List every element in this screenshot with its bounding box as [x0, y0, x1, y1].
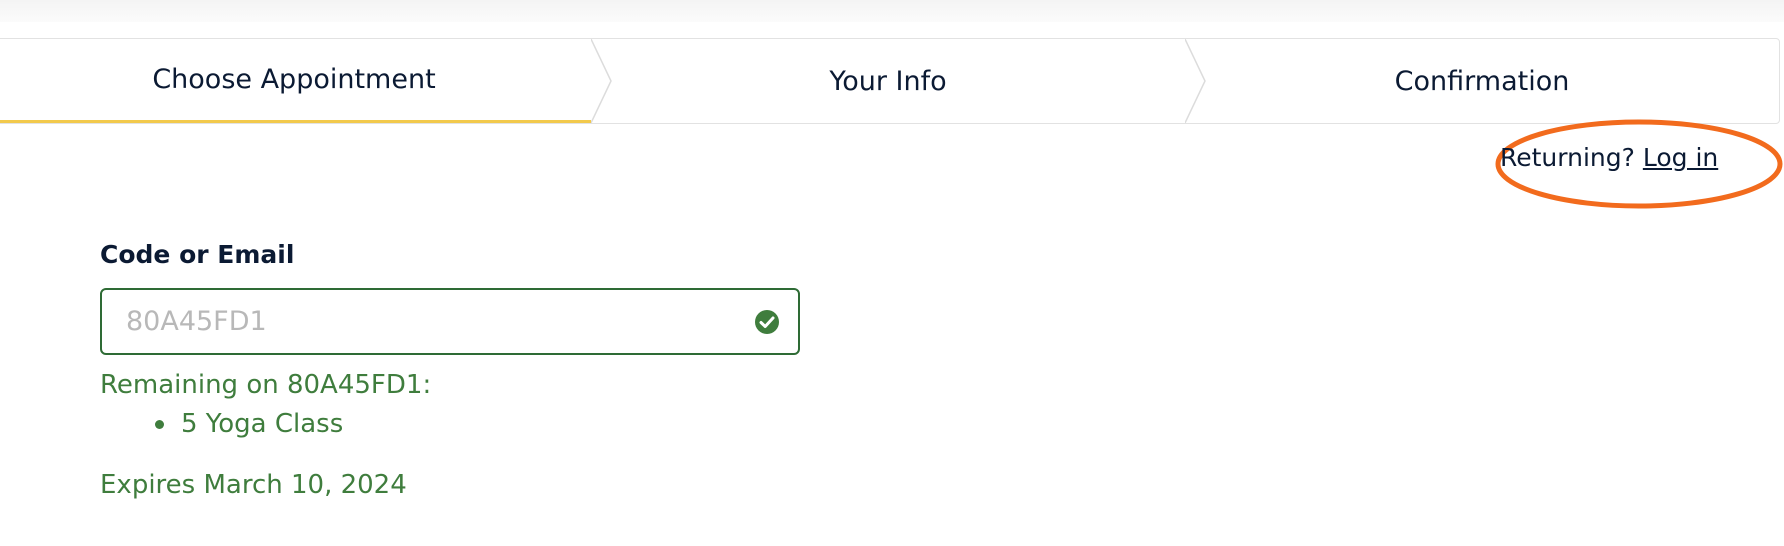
- step-confirmation[interactable]: Confirmation: [1185, 39, 1779, 123]
- step-your-info[interactable]: Your Info: [591, 39, 1206, 123]
- remaining-item-label: 5 Yoga Class: [181, 409, 344, 439]
- code-or-email-field[interactable]: [100, 288, 800, 355]
- booking-page: Choose Appointment Your Info Confirmatio…: [0, 0, 1784, 546]
- step-label: Confirmation: [1394, 65, 1570, 97]
- chevron-right-divider-icon: [1185, 39, 1206, 123]
- chevron-right-divider-icon: [591, 39, 612, 123]
- step-choose-appointment[interactable]: Choose Appointment: [0, 39, 612, 123]
- step-label: Your Info: [829, 65, 947, 97]
- step-label: Choose Appointment: [152, 64, 436, 95]
- remaining-item: 5 Yoga Class: [155, 409, 343, 439]
- code-or-email-label: Code or Email: [100, 240, 295, 269]
- remaining-balance-heading: Remaining on 80A45FD1:: [100, 370, 432, 400]
- expiration-date: Expires March 10, 2024: [100, 470, 407, 500]
- step-progress-bar: Choose Appointment Your Info Confirmatio…: [0, 38, 1780, 124]
- code-or-email-input[interactable]: [126, 290, 726, 353]
- top-strip: [0, 0, 1784, 22]
- login-link[interactable]: Log in: [1643, 143, 1718, 172]
- returning-text: Returning?: [1500, 143, 1635, 172]
- returning-login-prompt: Returning? Log in: [1500, 143, 1718, 172]
- check-circle-icon: [755, 310, 779, 334]
- bullet-icon: [155, 419, 164, 429]
